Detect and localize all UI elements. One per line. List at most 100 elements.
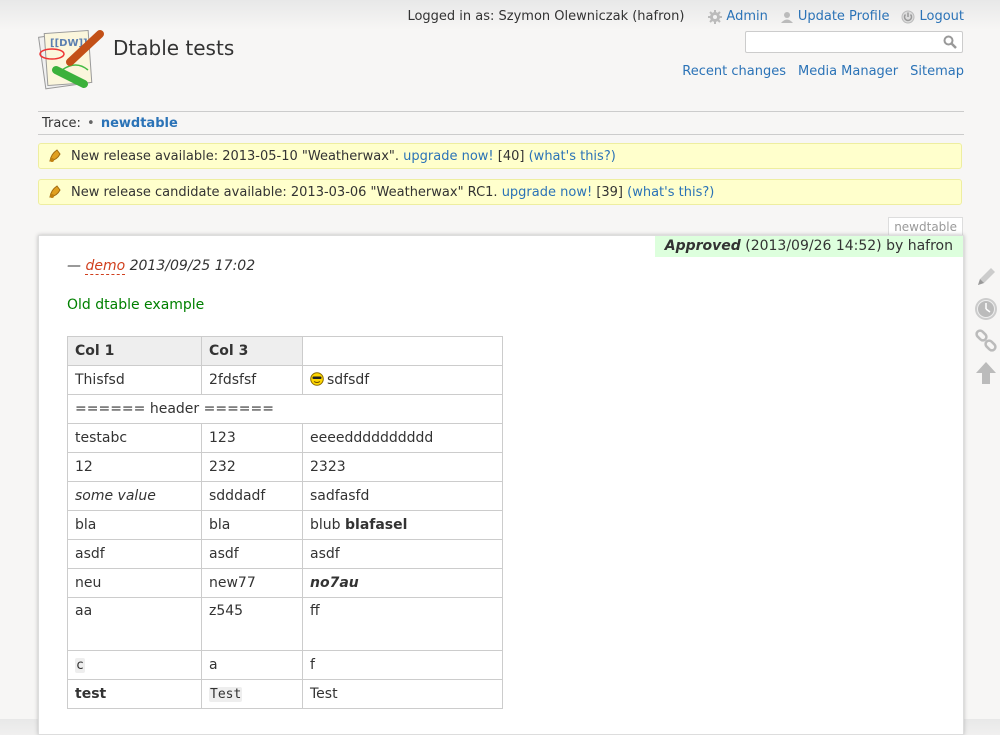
release-candidate-notice: New release candidate available: 2013-03… <box>38 179 962 205</box>
user-icon <box>780 11 793 23</box>
site-title[interactable]: Dtable tests <box>113 36 234 60</box>
table-cell: asdf <box>201 539 303 569</box>
logged-in-label: Logged in as: Szymon Olewniczak (hafron) <box>407 9 685 24</box>
table-row: c a f <box>67 650 503 680</box>
upgrade-now-link[interactable]: upgrade now! <box>403 149 493 164</box>
cell-text: some value <box>75 488 156 504</box>
notice-text: New release available: 2013-05-10 "Weath… <box>71 148 400 164</box>
search-input[interactable] <box>750 33 944 53</box>
table-cell: 123 <box>201 423 303 453</box>
table-cell: eeeedddddddddd <box>302 423 503 453</box>
cell-text-bold: test <box>75 686 107 702</box>
power-icon <box>901 10 915 23</box>
old-revisions-button[interactable] <box>974 297 998 321</box>
breadcrumb-divider <box>38 134 964 135</box>
cell-code: Test <box>209 687 243 702</box>
table-cell: z545 <box>201 597 303 651</box>
breadcrumb-bullet: • <box>87 116 95 131</box>
breadcrumb-link-newdtable[interactable]: newdtable <box>101 116 178 131</box>
table-header-cell: Col 1 <box>67 336 202 366</box>
whats-this-link[interactable]: (what's this?) <box>529 149 616 164</box>
table-header-cell <box>302 336 503 366</box>
table-cell: ff <box>302 597 503 651</box>
table-cell: sdddadf <box>201 481 303 511</box>
table-cell: asdf <box>302 539 503 569</box>
backlinks-icon <box>975 329 997 352</box>
update-profile-link[interactable]: Update Profile <box>780 9 890 24</box>
whats-this-link[interactable]: (what's this?) <box>627 185 714 200</box>
table-row: Thisfsd 2fdsfsf sdfsdf <box>67 365 503 395</box>
table-cell: no7au <box>302 568 503 598</box>
table-cell: 2323 <box>302 452 503 482</box>
logout-link[interactable]: Logout <box>901 9 964 24</box>
cell-text-bold: blafasel <box>345 517 408 533</box>
approved-by: by hafron <box>886 238 953 254</box>
table-cell: 12 <box>67 452 202 482</box>
edit-page-button[interactable] <box>974 265 998 289</box>
edit-icon <box>978 268 995 285</box>
breadcrumb-label: Trace: <box>42 116 81 131</box>
table-cell: bla <box>201 510 303 540</box>
notice-count: [39] <box>596 184 623 200</box>
history-icon <box>975 298 997 320</box>
table-row: 12 232 2323 <box>67 452 503 482</box>
table-cell: neu <box>67 568 202 598</box>
update-profile-label[interactable]: Update Profile <box>798 9 890 24</box>
intro-text: Old dtable example <box>67 297 205 313</box>
table-cell: test <box>67 679 202 709</box>
table-cell: ====== header ====== <box>67 394 503 424</box>
cell-text-bold-italic: no7au <box>310 575 359 591</box>
table-cell: Test <box>302 679 503 709</box>
table-row: testabc 123 eeeedddddddddd <box>67 423 503 453</box>
byline-dash: — <box>67 258 81 274</box>
upgrade-now-link[interactable]: upgrade now! <box>502 185 592 200</box>
table-cell: blub blafasel <box>302 510 503 540</box>
table-cell: c <box>67 650 202 680</box>
search-icon[interactable] <box>943 35 957 49</box>
cell-text: blub <box>310 517 341 533</box>
table-cell: f <box>302 650 503 680</box>
notice-text: New release candidate available: 2013-03… <box>71 184 498 200</box>
search-box[interactable] <box>745 31 963 53</box>
dtable: Col 1 Col 3 Thisfsd 2fdsfsf sdfsdf =====… <box>67 336 503 709</box>
table-cell: 2fdsfsf <box>201 365 303 395</box>
table-cell: sadfasfd <box>302 481 503 511</box>
site-tools: Recent changes Media Manager Sitemap <box>682 64 964 79</box>
author-link[interactable]: demo <box>85 258 126 275</box>
breadcrumb: Trace: • newdtable <box>42 116 178 131</box>
table-cell: new77 <box>201 568 303 598</box>
backlinks-button[interactable] <box>974 329 998 353</box>
header-divider <box>38 111 964 112</box>
table-row: asdf asdf asdf <box>67 539 503 569</box>
bell-icon <box>49 185 61 198</box>
table-row: test Test Test <box>67 679 503 709</box>
sitemap-link[interactable]: Sitemap <box>910 64 964 79</box>
gear-icon <box>708 9 723 24</box>
table-row: bla bla blub blafasel <box>67 510 503 540</box>
byline-date: 2013/09/25 17:02 <box>129 258 256 274</box>
media-manager-link[interactable]: Media Manager <box>798 64 898 79</box>
table-row: some value sdddadf sadfasfd <box>67 481 503 511</box>
admin-label[interactable]: Admin <box>726 9 767 24</box>
table-cell: sdfsdf <box>302 365 503 395</box>
back-to-top-icon <box>976 362 996 384</box>
recent-changes-link[interactable]: Recent changes <box>682 64 786 79</box>
table-cell: aa <box>67 597 202 651</box>
page-id: newdtable <box>888 217 963 235</box>
table-cell: Test <box>201 679 303 709</box>
table-row: ====== header ====== <box>67 394 503 424</box>
approved-date: (2013/09/26 14:52) <box>745 238 882 254</box>
approved-label: Approved <box>664 238 741 254</box>
table-cell: 232 <box>201 452 303 482</box>
page-content: Approved (2013/09/26 14:52) by hafron — … <box>38 235 964 735</box>
approval-status-badge: Approved (2013/09/26 14:52) by hafron <box>654 236 963 257</box>
dokuwiki-logo[interactable]: [[DW]] <box>36 26 104 92</box>
admin-link[interactable]: Admin <box>708 9 768 24</box>
logout-label[interactable]: Logout <box>919 9 964 24</box>
back-to-top-button[interactable] <box>974 361 998 385</box>
table-cell: bla <box>67 510 202 540</box>
release-notice: New release available: 2013-05-10 "Weath… <box>38 143 962 169</box>
table-header-row: Col 1 Col 3 <box>67 336 503 366</box>
table-row: aa z545 ff <box>67 597 503 651</box>
table-cell: testabc <box>67 423 202 453</box>
